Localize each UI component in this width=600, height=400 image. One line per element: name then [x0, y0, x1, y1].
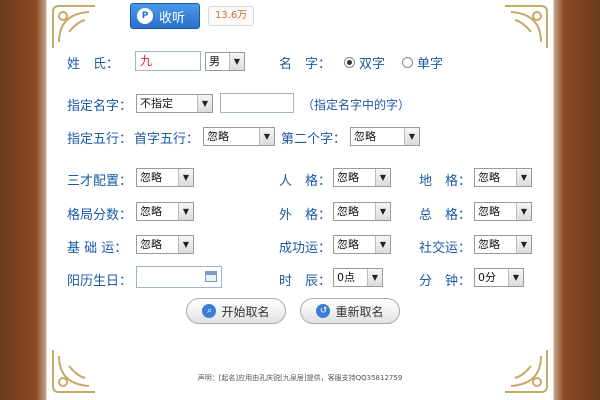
listen-button[interactable]: P 收听	[130, 3, 200, 29]
dige-label: 地 格：	[419, 174, 472, 189]
specify-name-select[interactable]: 不指定 ▼	[136, 94, 213, 113]
chevron-down-icon: ▼	[375, 169, 390, 186]
surname-input[interactable]: 九	[135, 51, 201, 71]
shejiao-label: 社交运：	[419, 241, 472, 256]
specify-name-value: 不指定	[140, 97, 173, 110]
minute-select[interactable]: 0分 ▼	[474, 268, 524, 287]
specify-name-hint: （指定名字中的字）	[302, 98, 411, 112]
score-label: 格局分数：	[67, 208, 133, 223]
score-value: 忽略	[140, 205, 162, 218]
minute-value: 0分	[478, 271, 496, 284]
hour-label: 时 辰：	[279, 274, 332, 289]
chevron-down-icon: ▼	[508, 269, 523, 286]
listen-label: 收听	[159, 10, 186, 26]
jichu-label: 基 础 运：	[67, 241, 128, 256]
chevron-down-icon: ▼	[516, 169, 531, 186]
corner-ornament-icon	[501, 346, 551, 396]
footer-notice: 声明：[起名]应用由孔庆锐[九泉居]提供，客服支持QQ35812759	[197, 374, 403, 382]
radio-single-name[interactable]: 单字	[402, 53, 443, 72]
chevron-down-icon: ▼	[229, 53, 244, 70]
start-naming-label: 开始取名	[221, 304, 270, 319]
waige-value: 忽略	[337, 205, 359, 218]
birth-label: 阳历生日：	[67, 274, 133, 289]
gender-value: 男	[209, 55, 220, 68]
chevron-down-icon: ▼	[516, 236, 531, 253]
zongge-select[interactable]: 忽略 ▼	[474, 202, 532, 221]
surname-label: 姓 氏：	[67, 57, 120, 72]
renge-select[interactable]: 忽略 ▼	[333, 168, 391, 187]
chevron-down-icon: ▼	[516, 203, 531, 220]
chevron-down-icon: ▼	[178, 203, 193, 220]
name-label: 名 字：	[279, 57, 332, 72]
restart-naming-label: 重新取名	[335, 304, 384, 319]
sancai-value: 忽略	[140, 171, 162, 184]
minute-label: 分 钟：	[419, 274, 472, 289]
radio-unchecked-icon	[402, 57, 413, 68]
shejiao-value: 忽略	[478, 238, 500, 251]
hour-value: 0点	[337, 271, 355, 284]
jichu-value: 忽略	[140, 238, 162, 251]
dige-select[interactable]: 忽略 ▼	[474, 168, 532, 187]
chevron-down-icon: ▼	[178, 236, 193, 253]
renge-value: 忽略	[337, 171, 359, 184]
search-icon: ⌕	[202, 304, 217, 318]
corner-ornament-icon	[501, 2, 551, 52]
second-char-select[interactable]: 忽略 ▼	[350, 127, 420, 146]
jichu-select[interactable]: 忽略 ▼	[136, 235, 194, 254]
corner-ornament-icon	[49, 2, 99, 52]
chevron-down-icon: ▼	[259, 128, 274, 145]
first-wuxing-label: 首字五行：	[134, 132, 200, 147]
chevron-down-icon: ▼	[404, 128, 419, 145]
sancai-label: 三才配置：	[67, 174, 133, 189]
wuxing-label: 指定五行：	[67, 132, 133, 147]
chenggong-select[interactable]: 忽略 ▼	[333, 235, 391, 254]
shejiao-select[interactable]: 忽略 ▼	[474, 235, 532, 254]
listen-count-badge: 13.6万	[208, 6, 255, 26]
second-char-label: 第二个字：	[281, 132, 347, 147]
specify-name-input[interactable]	[220, 93, 294, 113]
chevron-down-icon: ▼	[197, 95, 212, 112]
waige-label: 外 格：	[279, 208, 332, 223]
radio-single-label: 单字	[417, 57, 444, 72]
speaker-icon: P	[137, 8, 153, 24]
score-select[interactable]: 忽略 ▼	[136, 202, 194, 221]
refresh-icon: ↺	[316, 304, 331, 318]
radio-checked-icon	[344, 57, 355, 68]
chenggong-value: 忽略	[337, 238, 359, 251]
chevron-down-icon: ▼	[367, 269, 382, 286]
specify-name-label: 指定名字：	[67, 99, 133, 114]
second-char-value: 忽略	[354, 130, 376, 143]
radio-double-name[interactable]: 双字	[344, 53, 385, 72]
chevron-down-icon: ▼	[375, 236, 390, 253]
start-naming-button[interactable]: ⌕ 开始取名	[186, 298, 286, 324]
hour-select[interactable]: 0点 ▼	[333, 268, 383, 287]
renge-label: 人 格：	[279, 174, 332, 189]
gender-select[interactable]: 男 ▼	[205, 52, 245, 71]
chenggong-label: 成功运：	[279, 241, 332, 256]
sancai-select[interactable]: 忽略 ▼	[136, 168, 194, 187]
zongge-label: 总 格：	[419, 208, 472, 223]
corner-ornament-icon	[49, 346, 99, 396]
dige-value: 忽略	[478, 171, 500, 184]
chevron-down-icon: ▼	[375, 203, 390, 220]
restart-naming-button[interactable]: ↺ 重新取名	[300, 298, 400, 324]
first-wuxing-select[interactable]: 忽略 ▼	[203, 127, 275, 146]
radio-double-label: 双字	[359, 57, 386, 72]
chevron-down-icon: ▼	[178, 169, 193, 186]
first-wuxing-value: 忽略	[207, 130, 229, 143]
zongge-value: 忽略	[478, 205, 500, 218]
waige-select[interactable]: 忽略 ▼	[333, 202, 391, 221]
calendar-icon[interactable]	[205, 271, 217, 282]
